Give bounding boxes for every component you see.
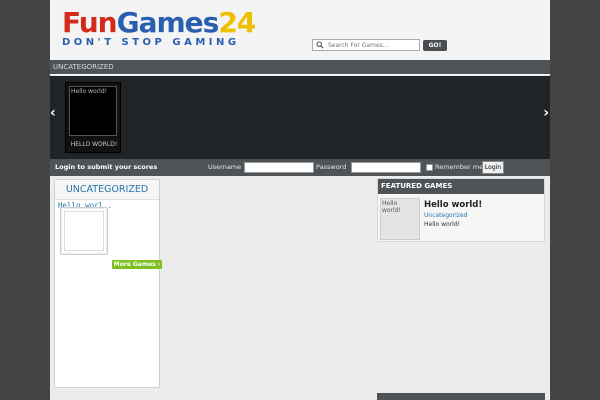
featured-thumbnail[interactable]: Hello world! (380, 198, 420, 240)
username-label: Username (208, 163, 242, 171)
slider-item[interactable]: Hello world! HELLO WORLD! (65, 82, 121, 153)
more-games-button[interactable]: More Games › (112, 260, 162, 269)
password-label: Password (316, 163, 347, 171)
login-bar: Login to submit your scores Username Pas… (50, 159, 550, 176)
logo-wordmark: FunGames24 (62, 6, 256, 39)
site-logo[interactable]: FunGames24 DON'T STOP GAMING (62, 6, 256, 48)
remember-me-checkbox[interactable] (426, 164, 433, 171)
category-link[interactable]: UNCATEGORIZED (53, 63, 114, 71)
slider-thumbnail[interactable]: Hello world! (69, 86, 117, 136)
slider-prev-icon[interactable]: ‹ (50, 106, 56, 120)
login-title: Login to submit your scores (55, 163, 158, 171)
category-box: UNCATEGORIZED Hello worl.. More Games › (54, 179, 162, 388)
password-field[interactable] (351, 162, 421, 173)
slider-caption[interactable]: HELLO WORLD! (68, 141, 120, 148)
category-game-thumbnail[interactable] (60, 207, 108, 255)
slider-next-icon[interactable]: › (543, 106, 549, 120)
featured-heading: FEATURED GAMES (378, 179, 544, 194)
featured-games-panel: FEATURED GAMES Hello world! Hello world!… (377, 178, 545, 242)
game-slider: ‹ Hello world! HELLO WORLD! › (50, 76, 550, 159)
search-input[interactable] (325, 40, 415, 50)
logo-part-24: 24 (218, 6, 256, 39)
chevron-right-icon: › (157, 261, 161, 268)
search-box (312, 39, 420, 51)
category-box-title[interactable]: UNCATEGORIZED (55, 180, 159, 200)
category-bar: UNCATEGORIZED (50, 60, 550, 75)
featured-game-category[interactable]: Uncategorized (424, 212, 467, 219)
search-go-button[interactable]: GO! (423, 40, 447, 51)
logo-part-games: Games (116, 6, 220, 39)
login-button[interactable]: Login (482, 161, 504, 174)
more-games-label: More Games (113, 261, 156, 268)
logo-part-fun: Fun (62, 6, 118, 39)
search-icon (315, 40, 325, 50)
featured-game-title[interactable]: Hello world! (424, 200, 482, 210)
site-header: FunGames24 DON'T STOP GAMING GO! (50, 0, 550, 60)
username-field[interactable] (244, 162, 314, 173)
logo-tagline: DON'T STOP GAMING (62, 37, 240, 48)
remember-me-label: Remember me (435, 163, 484, 171)
page-container: FunGames24 DON'T STOP GAMING GO! UNCATEG… (50, 0, 550, 400)
bottom-panel-header (377, 393, 545, 400)
featured-game-description: Hello world! (424, 221, 461, 228)
thumbnail-frame (64, 211, 104, 251)
